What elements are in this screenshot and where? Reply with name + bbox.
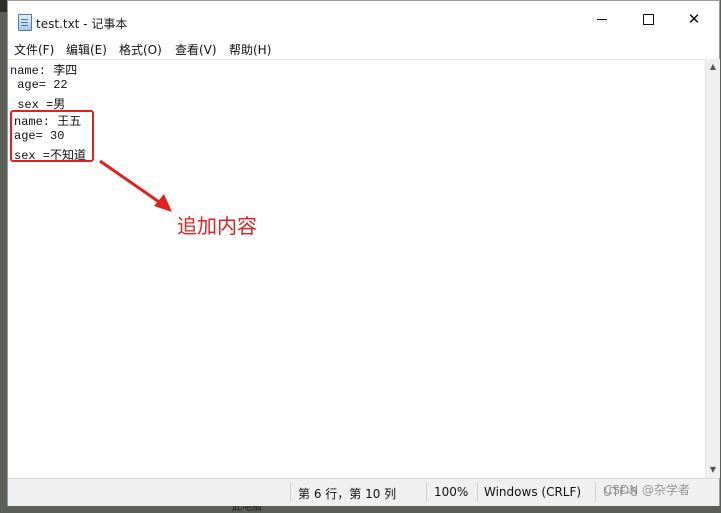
menu-help[interactable]: 帮助(H) (229, 41, 271, 58)
scroll-up-icon[interactable]: ▲ (706, 59, 720, 75)
window-title: test.txt - 记事本 (36, 17, 128, 31)
status-divider (595, 482, 596, 502)
scroll-down-icon[interactable]: ▼ (706, 462, 720, 478)
status-divider (477, 482, 478, 502)
maximize-icon (642, 13, 654, 25)
csdn-watermark: CSDN @杂学者 (604, 483, 691, 497)
title-bar[interactable]: test.txt - 记事本 ✕ (8, 1, 719, 37)
menu-view[interactable]: 查看(V) (175, 41, 217, 58)
annotation-arrow-icon (99, 159, 172, 212)
text-editor[interactable]: name: 李四 age= 22 sex =男 name: 王五 age= 30… (8, 59, 705, 479)
menu-bar: 文件(F) 编辑(E) 格式(O) 查看(V) 帮助(H) (8, 38, 719, 58)
notepad-icon (18, 14, 32, 31)
vertical-scrollbar[interactable]: ▲ ▼ (705, 59, 720, 478)
menu-edit[interactable]: 编辑(E) (66, 41, 107, 58)
close-button[interactable]: ✕ (671, 1, 717, 37)
close-icon: ✕ (687, 9, 701, 28)
cursor-position: 第 6 行，第 10 列 (298, 487, 397, 501)
minimize-button[interactable] (579, 1, 625, 37)
maximize-button[interactable] (625, 1, 671, 37)
minimize-icon (597, 18, 607, 20)
line-ending: Windows (CRLF) (484, 485, 582, 499)
status-divider (290, 482, 291, 502)
appended-content-highlight (10, 110, 94, 162)
notepad-window: test.txt - 记事本 ✕ 文件(F) 编辑(E) 格式(O) 查看(V)… (7, 0, 720, 506)
menu-format[interactable]: 格式(O) (119, 41, 162, 58)
status-divider (426, 482, 427, 502)
zoom-level: 100% (434, 485, 469, 499)
menu-file[interactable]: 文件(F) (14, 41, 54, 58)
annotation-label: 追加内容 (177, 214, 257, 238)
editor-line: age= 22 (10, 78, 68, 92)
editor-line: name: 李四 (10, 64, 78, 78)
